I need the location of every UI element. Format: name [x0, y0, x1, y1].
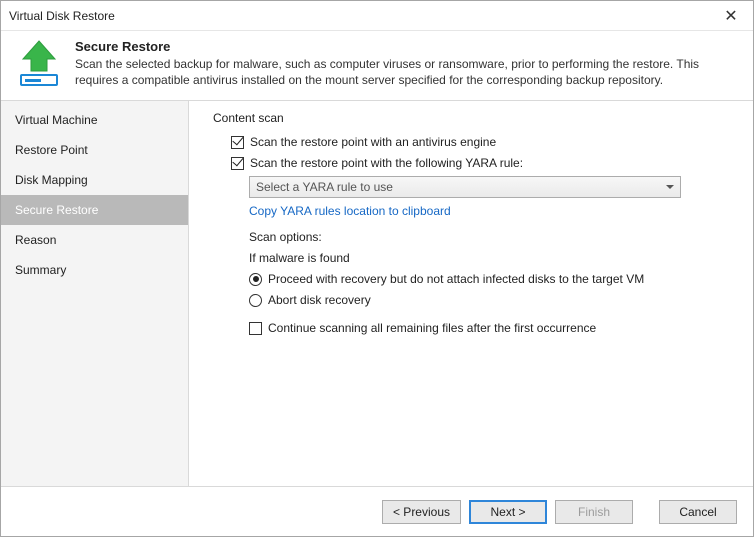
yara-scan-checkbox[interactable]	[231, 157, 244, 170]
wizard-header: Secure Restore Scan the selected backup …	[1, 31, 753, 100]
copy-yara-location-row: Copy YARA rules location to clipboard	[249, 202, 735, 220]
continue-scanning-row[interactable]: Continue scanning all remaining files af…	[249, 319, 735, 337]
abort-radio[interactable]	[249, 294, 262, 307]
nav-restore-point[interactable]: Restore Point	[1, 135, 188, 165]
nav-summary[interactable]: Summary	[1, 255, 188, 285]
dialog-window: Virtual Disk Restore ✕ Secure Restore Sc…	[0, 0, 754, 537]
nav-secure-restore[interactable]: Secure Restore	[1, 195, 188, 225]
wizard-body: Virtual Machine Restore Point Disk Mappi…	[1, 100, 753, 486]
page-description: Scan the selected backup for malware, su…	[75, 56, 739, 88]
continue-scanning-label: Continue scanning all remaining files af…	[268, 319, 596, 337]
page-title: Secure Restore	[75, 39, 739, 54]
previous-button[interactable]: < Previous	[382, 500, 461, 524]
header-text: Secure Restore Scan the selected backup …	[75, 39, 739, 88]
continue-scanning-checkbox[interactable]	[249, 322, 262, 335]
yara-scan-label: Scan the restore point with the followin…	[250, 154, 523, 172]
titlebar: Virtual Disk Restore ✕	[1, 1, 753, 31]
antivirus-scan-row[interactable]: Scan the restore point with an antivirus…	[231, 133, 735, 151]
antivirus-scan-checkbox[interactable]	[231, 136, 244, 149]
if-malware-label: If malware is found	[249, 249, 735, 267]
window-title: Virtual Disk Restore	[9, 9, 709, 23]
yara-scan-row[interactable]: Scan the restore point with the followin…	[231, 154, 735, 172]
nav-disk-mapping[interactable]: Disk Mapping	[1, 165, 188, 195]
abort-radio-label: Abort disk recovery	[268, 291, 371, 309]
nav-virtual-machine[interactable]: Virtual Machine	[1, 105, 188, 135]
proceed-radio-row[interactable]: Proceed with recovery but do not attach …	[249, 270, 735, 288]
close-button[interactable]: ✕	[709, 1, 753, 31]
proceed-radio-label: Proceed with recovery but do not attach …	[268, 270, 644, 288]
content-pane: Content scan Scan the restore point with…	[189, 101, 753, 486]
abort-radio-row[interactable]: Abort disk recovery	[249, 291, 735, 309]
scan-options-label: Scan options:	[249, 228, 735, 246]
content-scan-label: Content scan	[213, 111, 735, 125]
copy-yara-location-link[interactable]: Copy YARA rules location to clipboard	[249, 202, 451, 220]
restore-up-icon	[15, 39, 63, 90]
next-button[interactable]: Next >	[469, 500, 547, 524]
close-icon: ✕	[724, 6, 737, 26]
wizard-nav: Virtual Machine Restore Point Disk Mappi…	[1, 101, 189, 486]
wizard-footer: < Previous Next > Finish Cancel	[1, 486, 753, 536]
chevron-down-icon	[666, 185, 674, 189]
finish-button: Finish	[555, 500, 633, 524]
yara-rule-selected: Select a YARA rule to use	[256, 180, 393, 194]
yara-rule-dropdown[interactable]: Select a YARA rule to use	[249, 176, 681, 198]
nav-reason[interactable]: Reason	[1, 225, 188, 255]
antivirus-scan-label: Scan the restore point with an antivirus…	[250, 133, 496, 151]
proceed-radio[interactable]	[249, 273, 262, 286]
cancel-button[interactable]: Cancel	[659, 500, 737, 524]
